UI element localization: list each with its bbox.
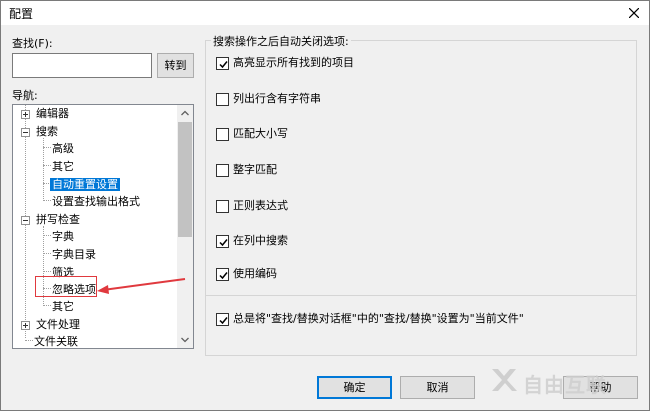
tree-item-label: 搜索 xyxy=(36,125,58,138)
nav-label: 导航: xyxy=(12,89,38,102)
checkbox-label: 在列中搜索 xyxy=(233,234,288,247)
group-title: 搜索操作之后自动关闭选项: xyxy=(211,33,351,49)
checkbox-box[interactable] xyxy=(216,164,229,177)
watermark-text: 自由互联 xyxy=(523,373,607,397)
chevron-down-icon xyxy=(181,337,189,343)
checkbox-label: 总是将"查找/替换对话框"中的"查找/替换"设置为"当前文件" xyxy=(233,312,524,325)
close-button[interactable] xyxy=(623,2,645,24)
window-title: 配置 xyxy=(9,7,34,21)
ok-button[interactable]: 确定 xyxy=(317,376,392,399)
checkbox-box[interactable] xyxy=(216,57,229,70)
tree-item-label: 字典 xyxy=(52,230,74,243)
auto-close-options-group xyxy=(205,40,637,356)
checkbox-label: 整字匹配 xyxy=(233,163,277,176)
find-input[interactable] xyxy=(12,53,152,78)
annotation-highlight-box xyxy=(35,276,97,297)
nav-tree[interactable]: 编辑器 搜索 高级 其它 自动重置设置 设置查找输出格式 拼写检查 字典 字典目… xyxy=(12,104,194,349)
checkbox-box[interactable] xyxy=(216,200,229,213)
tree-item-editor[interactable]: 编辑器 xyxy=(19,105,71,122)
tree-item-other[interactable]: 其它 xyxy=(50,158,76,175)
expand-icon[interactable] xyxy=(21,110,30,119)
tree-item-label: 文件关联 xyxy=(34,335,78,348)
watermark: 自由互联 xyxy=(489,357,639,403)
collapse-icon[interactable] xyxy=(21,216,30,225)
cancel-button[interactable]: 取消 xyxy=(400,376,475,399)
checkbox-box[interactable] xyxy=(216,93,229,106)
checkbox-label: 正则表达式 xyxy=(233,199,288,212)
tree-item-label: 其它 xyxy=(52,160,74,173)
tree-item-file-handling[interactable]: 文件处理 xyxy=(19,316,82,333)
checkmark-icon xyxy=(219,239,228,247)
close-icon xyxy=(629,8,639,18)
tree-item-label: 设置查找输出格式 xyxy=(52,195,140,208)
tree-item-label: 高级 xyxy=(52,142,74,155)
checkbox-label: 高亮显示所有找到的项目 xyxy=(233,56,354,69)
tree-item-dictionary-dir[interactable]: 字典目录 xyxy=(50,246,98,263)
tree-item-spellcheck[interactable]: 拼写检查 xyxy=(19,211,82,228)
checkmark-icon xyxy=(219,272,228,280)
checkbox-label: 列出行含有字符串 xyxy=(233,92,321,105)
scroll-up-button[interactable] xyxy=(177,105,193,121)
checkbox-box[interactable] xyxy=(216,235,229,248)
tree-item-other-2[interactable]: 其它 xyxy=(50,298,76,315)
tree-scrollbar[interactable] xyxy=(177,105,193,348)
checkbox-box[interactable] xyxy=(216,128,229,141)
tree-item-label: 字典目录 xyxy=(52,248,96,261)
config-dialog: 配置 查找(F): 转到 导航: 编辑器 搜索 高级 其它 自动重置设置 设置查… xyxy=(0,0,650,411)
tree-item-label: 拼写检查 xyxy=(36,213,80,226)
annotation-arrow-icon xyxy=(97,278,186,294)
find-label: 查找(F): xyxy=(12,37,53,50)
tree-item-find-output-format[interactable]: 设置查找输出格式 xyxy=(50,193,142,210)
goto-button[interactable]: 转到 xyxy=(157,53,194,78)
tree-item-advanced[interactable]: 高级 xyxy=(50,140,76,157)
tree-item-label: 编辑器 xyxy=(36,107,69,120)
tree-item-label: 其它 xyxy=(52,300,74,313)
tree-item-search[interactable]: 搜索 xyxy=(19,123,60,140)
checkbox-box[interactable] xyxy=(216,268,229,281)
checkbox-box[interactable] xyxy=(216,313,229,326)
checkbox-label: 使用编码 xyxy=(233,267,277,280)
checkmark-icon xyxy=(219,317,228,325)
tree-item-label: 文件处理 xyxy=(36,318,80,331)
tree-item-file-association[interactable]: 文件关联 xyxy=(32,333,80,348)
watermark-logo-icon xyxy=(492,369,517,391)
tree-item-label: 自动重置设置 xyxy=(50,178,120,191)
title-bar: 配置 xyxy=(1,1,649,25)
checkbox-label: 匹配大小写 xyxy=(233,127,288,140)
chevron-up-icon xyxy=(181,110,189,116)
expand-icon[interactable] xyxy=(21,321,30,330)
checkmark-icon xyxy=(219,61,228,69)
scroll-thumb[interactable] xyxy=(178,122,192,237)
tree-item-auto-reset[interactable]: 自动重置设置 xyxy=(50,176,120,193)
tree-item-dictionary[interactable]: 字典 xyxy=(50,228,76,245)
collapse-icon[interactable] xyxy=(21,128,30,137)
divider xyxy=(205,295,637,296)
scroll-down-button[interactable] xyxy=(177,332,193,348)
